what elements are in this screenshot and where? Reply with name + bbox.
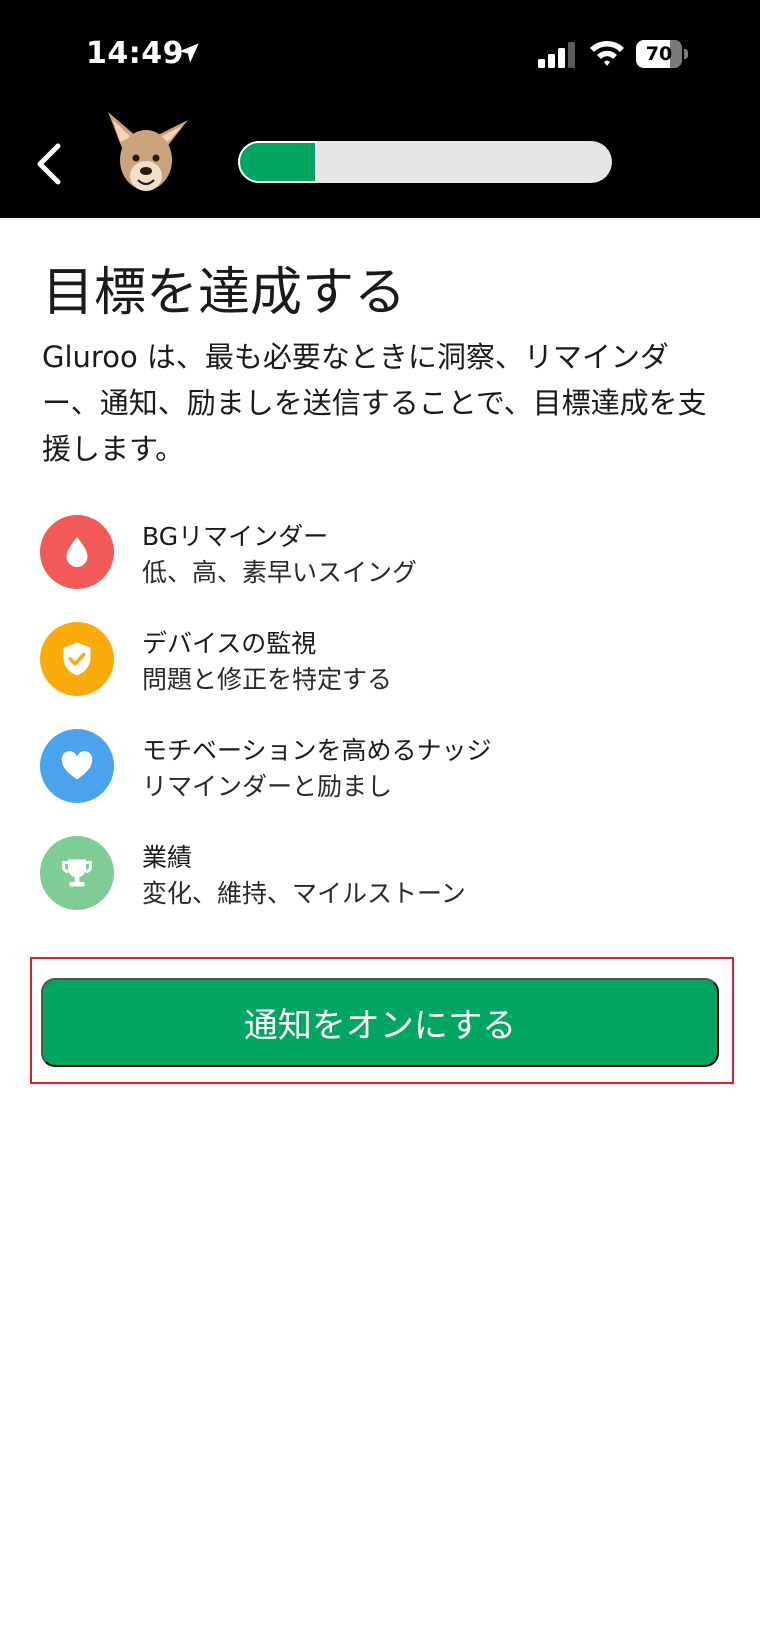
top-bar: 14:49 70 [0,0,760,218]
feature-subtitle: 問題と修正を特定する [142,665,393,694]
droplet-icon [40,515,114,589]
feature-subtitle: 変化、維持、マイルストーン [142,879,466,908]
shield-check-icon [40,622,114,696]
feature-item-device-monitoring: デバイスの監視 問題と修正を特定する [40,622,700,696]
feature-title: BGリマインダー [142,522,329,551]
trophy-icon [40,836,114,910]
onboarding-progress-bar [238,141,612,183]
feature-title: モチベーションを高めるナッジ [142,736,492,765]
wifi-icon [590,40,624,66]
kangaroo-mascot [108,112,188,191]
feature-title: デバイスの監視 [142,629,317,658]
turn-on-notifications-button[interactable]: 通知をオンにする [41,978,719,1067]
feature-title: 業績 [142,843,193,872]
feature-item-bg-reminders: BGリマインダー 低、高、素早いスイング [40,515,700,589]
back-button[interactable] [30,136,70,192]
battery-icon: 70 [636,40,688,68]
page-title: 目標を達成する [42,263,407,323]
feature-subtitle: リマインダーと励まし [142,772,393,801]
status-time: 14:49 [86,36,184,71]
battery-level: 70 [645,43,673,65]
progress-fill [238,141,317,183]
page-description: Gluroo は、最も必要なときに洞察、リマインダー、通知、励ましを送信すること… [42,340,707,466]
feature-subtitle: 低、高、素早いスイング [142,558,418,587]
cellular-signal-icon [538,42,575,68]
feature-item-achievements: 業績 変化、維持、マイルストーン [40,836,700,910]
heart-icon [40,729,114,803]
location-arrow-icon [179,43,199,63]
feature-item-motivating-nudges: モチベーションを高めるナッジ リマインダーと励まし [40,729,700,803]
chevron-left-icon [37,143,61,185]
